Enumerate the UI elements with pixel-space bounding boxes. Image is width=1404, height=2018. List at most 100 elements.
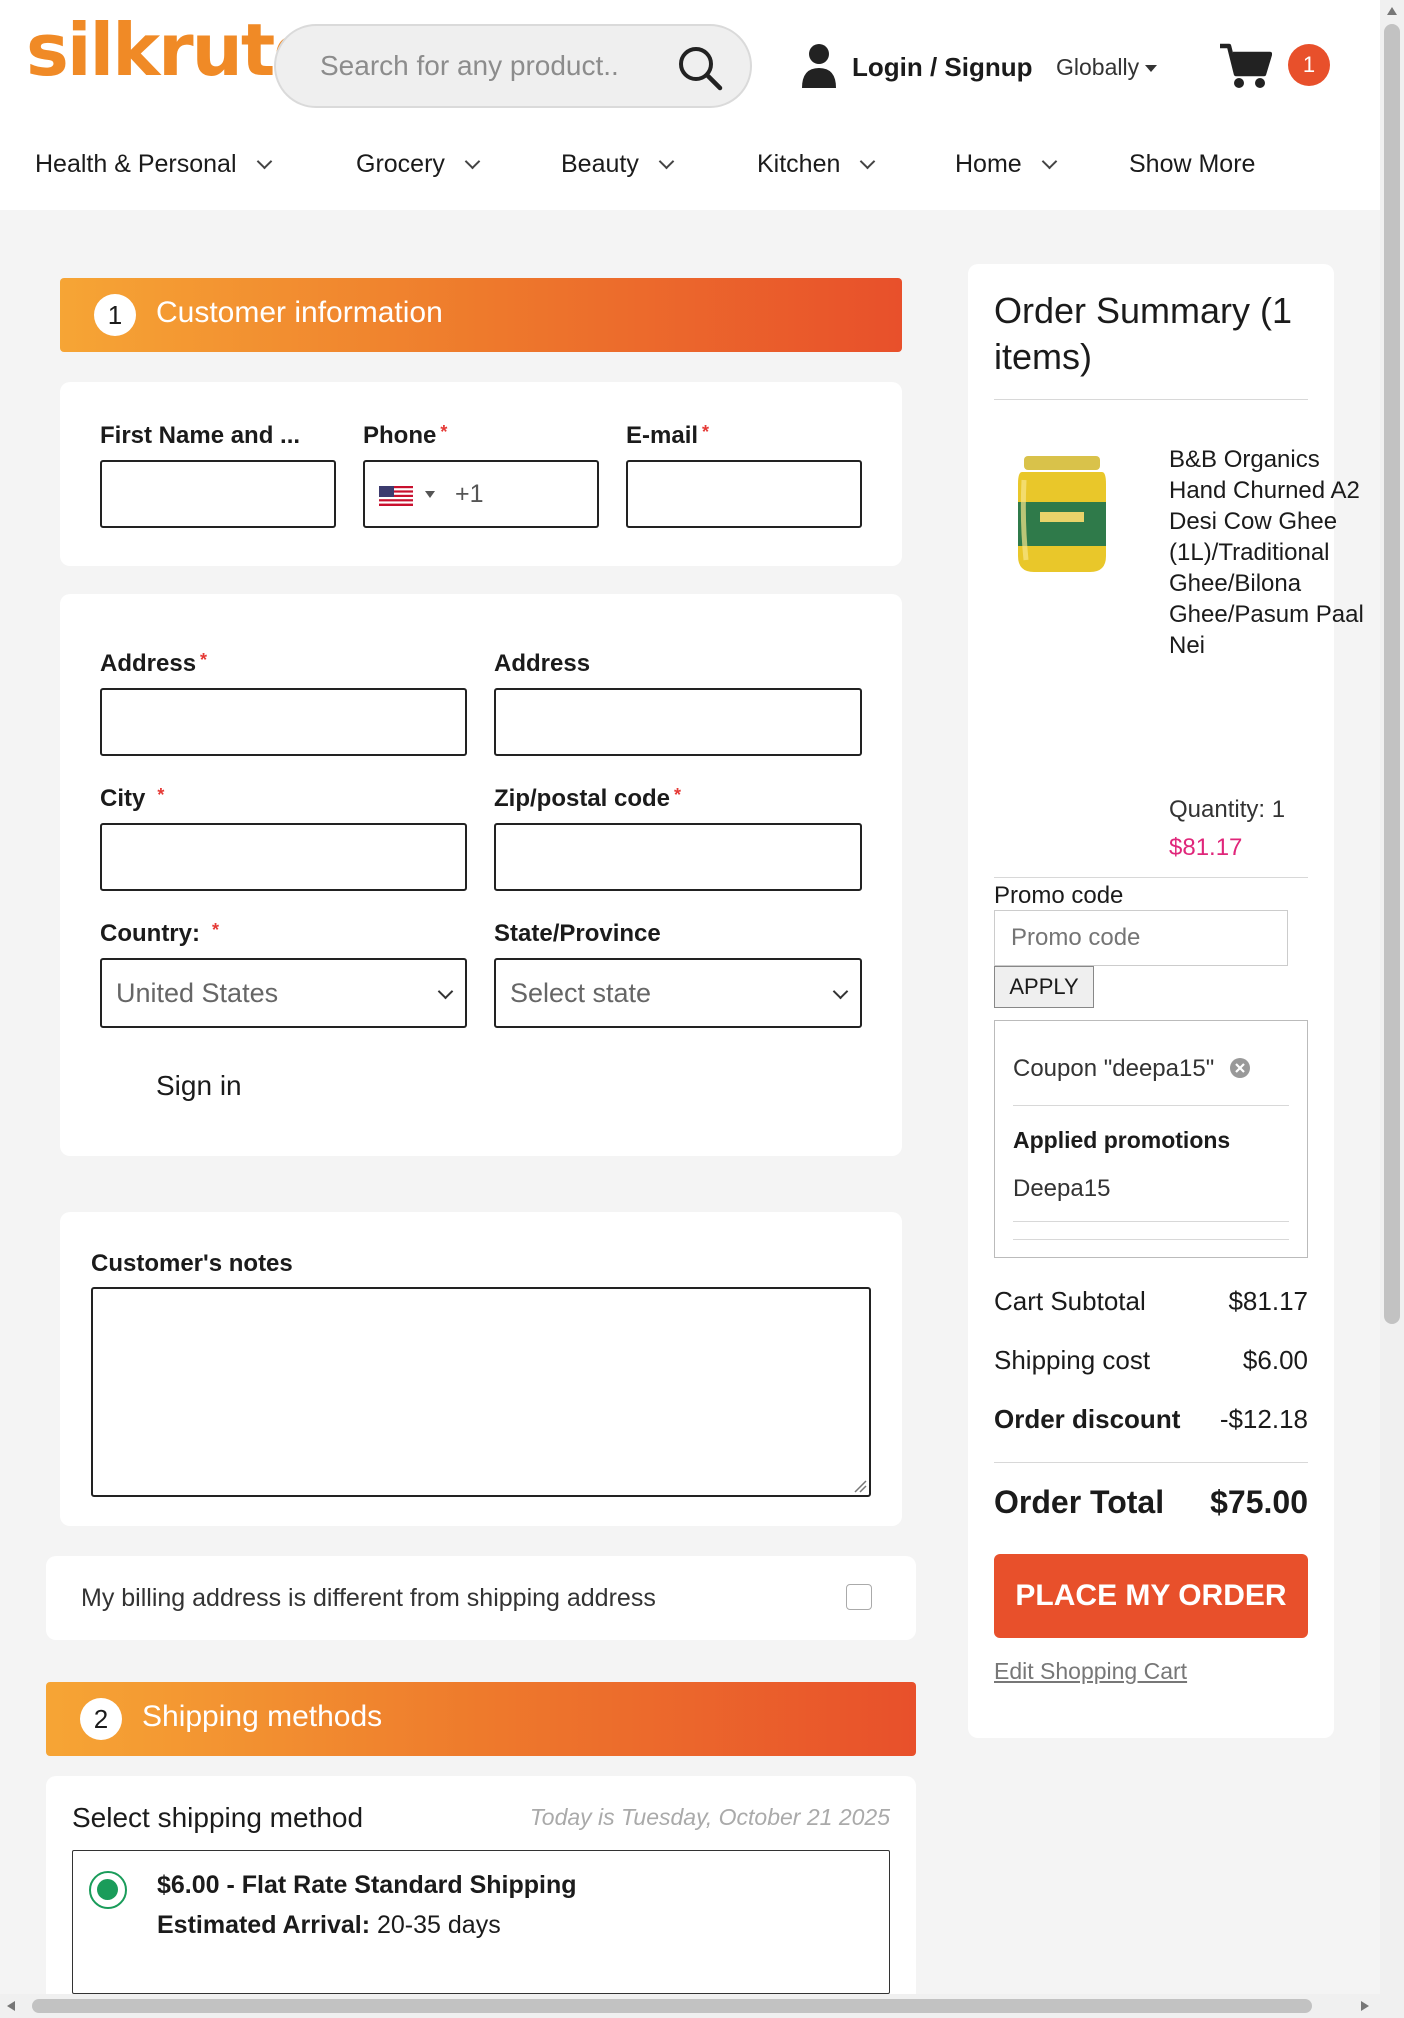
first-name-field[interactable] [100, 460, 336, 528]
shipping-radio[interactable] [89, 1871, 127, 1909]
zip-field[interactable] [494, 823, 862, 891]
select-shipping-label: Select shipping method [72, 1802, 364, 1833]
shipping-cost-row: Shipping cost $6.00 [994, 1345, 1308, 1376]
order-discount-value: -$12.18 [1219, 1404, 1308, 1434]
apply-promo-button[interactable]: APPLY [994, 966, 1094, 1008]
edit-shopping-cart-link[interactable]: Edit Shopping Cart [994, 1658, 1187, 1685]
order-total-label: Order Total [994, 1484, 1165, 1520]
horizontal-scrollbar-thumb[interactable] [32, 1999, 1312, 2013]
applied-promotion-item: Deepa15 [1013, 1175, 1111, 1202]
search-input[interactable] [318, 46, 658, 86]
address-card: Address * Address City * Zip/postal code * … [60, 594, 902, 1156]
resize-handle-icon[interactable] [853, 1479, 867, 1493]
state-select[interactable]: Select state [494, 958, 862, 1028]
search-icon[interactable] [676, 44, 724, 92]
cart-subtotal-label: Cart Subtotal [994, 1286, 1146, 1316]
phone-field[interactable]: +1 [363, 460, 599, 528]
divider [1013, 1105, 1289, 1106]
promo-code-field[interactable] [994, 910, 1288, 966]
email-input[interactable] [628, 462, 860, 526]
region-label: Globally [1056, 54, 1140, 80]
caret-down-icon [1145, 65, 1158, 73]
cart-icon[interactable] [1218, 42, 1272, 90]
region-dropdown[interactable]: Globally [1056, 54, 1158, 81]
customer-info-banner: 1 Customer information [60, 278, 902, 352]
nav-beauty[interactable]: Beauty [561, 150, 675, 179]
divider [994, 399, 1308, 400]
zip-input[interactable] [496, 825, 860, 889]
email-label-text: E-mail [626, 422, 699, 449]
address1-input[interactable] [102, 690, 465, 754]
nav-home[interactable]: Home [955, 150, 1057, 179]
phone-label: Phone * [363, 422, 447, 450]
nav-label: Health & Personal [35, 150, 237, 178]
nav-kitchen[interactable]: Kitchen [757, 150, 876, 179]
shipping-method-label: $6.00 - Flat Rate Standard Shipping [157, 1871, 577, 1899]
divider [1013, 1221, 1289, 1222]
caret-down-icon [425, 491, 435, 498]
email-field[interactable] [626, 460, 862, 528]
billing-different-label: My billing address is different from shi… [81, 1584, 656, 1612]
remove-coupon-icon[interactable] [1229, 1057, 1251, 1079]
divider [994, 877, 1308, 878]
address1-field[interactable] [100, 688, 467, 756]
us-flag-icon[interactable] [379, 486, 413, 506]
address2-field[interactable] [494, 688, 862, 756]
nav-label: Home [955, 150, 1022, 178]
state-label: State/Province [494, 920, 661, 947]
vertical-scrollbar-thumb[interactable] [1384, 24, 1400, 1324]
section-title: Shipping methods [142, 1700, 383, 1733]
user-icon[interactable] [800, 42, 838, 90]
notes-textarea[interactable] [91, 1287, 871, 1497]
place-order-button[interactable]: PLACE MY ORDER [994, 1554, 1308, 1638]
billing-different-checkbox[interactable] [846, 1584, 872, 1610]
country-value: United States [116, 978, 279, 1008]
nav-label: Grocery [356, 150, 445, 178]
required-marker: * [674, 785, 682, 805]
login-signup-link[interactable]: Login / Signup [852, 52, 1033, 83]
required-marker: * [702, 422, 710, 442]
vertical-scrollbar[interactable] [1380, 0, 1404, 2018]
required-marker: * [200, 650, 208, 670]
city-input[interactable] [102, 825, 465, 889]
notes-label: Customer's notes [91, 1250, 293, 1277]
country-label: Country: * [100, 920, 219, 948]
phone-country-code: +1 [455, 480, 484, 508]
applied-promotions-title: Applied promotions [1013, 1127, 1231, 1153]
phone-label-text: Phone [363, 422, 437, 449]
promo-code-input[interactable] [1009, 921, 1269, 955]
divider [1013, 1239, 1289, 1240]
city-label-text: City [100, 785, 146, 812]
nav-label: Show More [1129, 150, 1256, 178]
scroll-left-arrow-icon[interactable] [6, 2000, 16, 2012]
scroll-up-arrow-icon[interactable] [1386, 6, 1398, 16]
first-name-input[interactable] [102, 462, 334, 526]
cart-count-badge[interactable]: 1 [1288, 44, 1330, 86]
nav-show-more[interactable]: Show More [1129, 150, 1255, 179]
shipping-option[interactable]: $6.00 - Flat Rate Standard Shipping Esti… [72, 1850, 890, 1994]
address2-input[interactable] [496, 690, 860, 754]
nav-label: Kitchen [757, 150, 841, 178]
city-field[interactable] [100, 823, 467, 891]
country-select[interactable]: United States [100, 958, 467, 1028]
horizontal-scrollbar[interactable] [0, 1994, 1404, 2018]
nav-grocery[interactable]: Grocery [356, 150, 481, 179]
product-image[interactable] [1014, 450, 1110, 576]
chevron-down-icon [832, 983, 849, 1000]
arrival-label: Estimated Arrival: [157, 1911, 371, 1939]
city-label: City * [100, 785, 164, 813]
step-number: 1 [94, 294, 136, 336]
coupon-label: Coupon "deepa15" [1013, 1055, 1215, 1082]
sign-in-link[interactable]: Sign in [156, 1070, 242, 1102]
nav-health-personal[interactable]: Health & Personal [35, 150, 272, 179]
order-total-value: $75.00 [1210, 1484, 1308, 1520]
product-name[interactable]: B&B Organics Hand Churned A2 Desi Cow Gh… [1169, 444, 1369, 661]
chevron-down-icon [860, 153, 876, 170]
radio-selected-dot [97, 1879, 118, 1900]
cart-subtotal-row: Cart Subtotal $81.17 [994, 1286, 1308, 1317]
step-number: 2 [80, 1698, 122, 1740]
scroll-right-arrow-icon[interactable] [1360, 2000, 1370, 2012]
email-label: E-mail * [626, 422, 709, 450]
product-price: $81.17 [1169, 834, 1243, 861]
order-summary-title: Order Summary (1 items) [994, 290, 1293, 377]
